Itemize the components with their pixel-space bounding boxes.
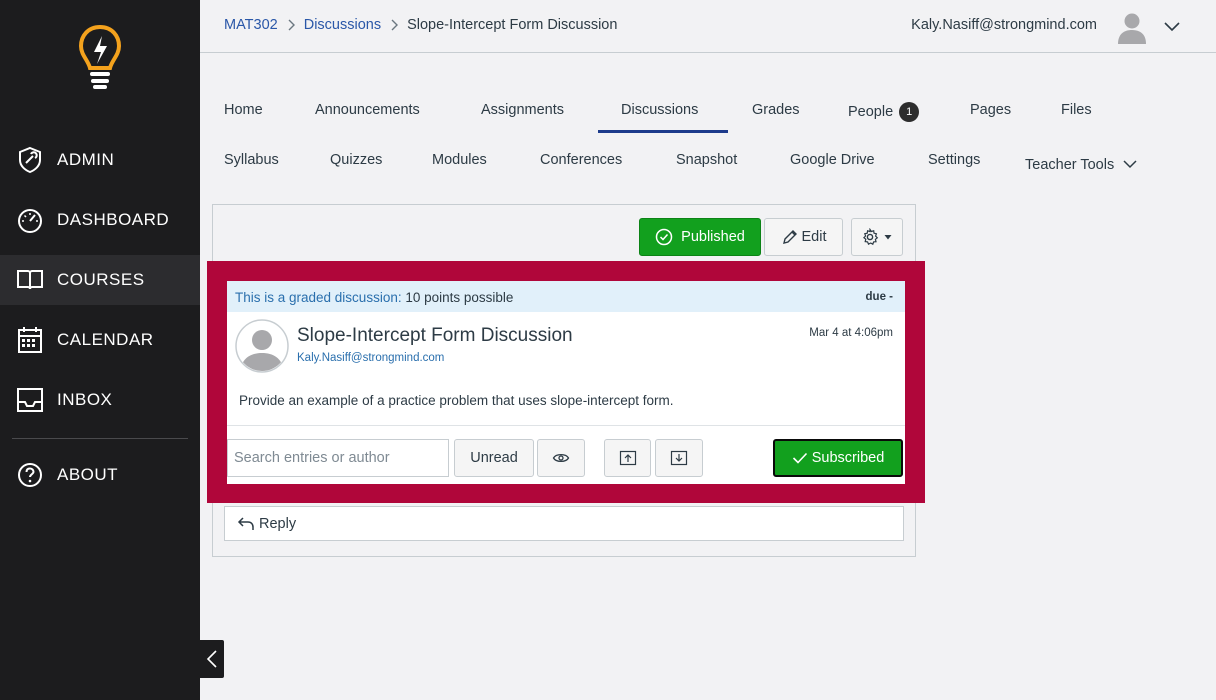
unread-label: Unread — [470, 450, 518, 466]
pencil-icon — [782, 230, 797, 244]
author-avatar-icon[interactable] — [235, 319, 289, 373]
tab-people[interactable]: People 1 — [848, 102, 920, 122]
sidebar-divider — [12, 438, 188, 439]
speedometer-icon — [16, 206, 44, 234]
user-email[interactable]: Kaly.Nasiff@strongmind.com — [911, 17, 1097, 33]
global-nav-sidebar: ADMIN DASHBOARD COURSES CALENDAR INBOX A… — [0, 0, 200, 700]
admin-shield-icon — [16, 146, 44, 174]
mark-all-read-button[interactable] — [537, 439, 585, 477]
tab-assignments[interactable]: Assignments — [481, 102, 564, 118]
expand-down-icon — [670, 450, 688, 466]
tab-grades[interactable]: Grades — [752, 102, 800, 118]
breadcrumb: MAT302 Discussions Slope-Intercept Form … — [224, 17, 617, 33]
reply-arrow-icon — [237, 516, 254, 530]
tab-announcements[interactable]: Announcements — [315, 102, 420, 118]
subscribed-label: Subscribed — [811, 450, 885, 466]
discussion-topic-card: This is a graded discussion: 10 points p… — [227, 281, 905, 484]
nav-item-admin[interactable]: ADMIN — [0, 135, 200, 185]
caret-down-icon — [884, 235, 892, 240]
nav-item-dashboard[interactable]: DASHBOARD — [0, 195, 200, 245]
search-entries-field[interactable] — [227, 439, 449, 477]
chevron-down-icon — [1122, 156, 1138, 176]
chevron-left-icon — [206, 650, 217, 668]
inbox-icon — [16, 386, 44, 414]
reply-button[interactable]: Reply — [224, 506, 904, 541]
tab-files[interactable]: Files — [1061, 102, 1092, 118]
gear-icon — [862, 228, 879, 246]
card-divider — [227, 425, 905, 426]
active-tab-indicator — [598, 130, 728, 133]
nav-item-about[interactable]: ABOUT — [0, 450, 200, 500]
breadcrumb-current: Slope-Intercept Form Discussion — [407, 17, 618, 33]
nav-item-label: INBOX — [57, 390, 113, 409]
graded-info-bar: This is a graded discussion: 10 points p… — [227, 281, 905, 312]
chevron-right-icon — [287, 19, 295, 31]
tab-home[interactable]: Home — [224, 102, 263, 118]
edit-button[interactable]: Edit — [764, 218, 843, 256]
graded-discussion-info: This is a graded discussion: 10 points p… — [235, 290, 513, 305]
search-input[interactable] — [234, 450, 442, 466]
tab-teacher-tools[interactable]: Teacher Tools — [1025, 156, 1138, 176]
tab-people-label: People — [848, 104, 894, 120]
people-count-badge: 1 — [899, 102, 920, 122]
nav-item-label: ADMIN — [57, 150, 115, 169]
lightbulb-logo-icon[interactable] — [78, 24, 122, 90]
user-avatar-icon[interactable] — [1115, 10, 1149, 44]
published-button[interactable]: Published — [639, 218, 761, 256]
settings-menu-button[interactable] — [851, 218, 903, 256]
expand-replies-button[interactable] — [655, 439, 703, 477]
nav-item-calendar[interactable]: CALENDAR — [0, 315, 200, 365]
points-possible: 10 points possible — [405, 290, 514, 305]
calendar-icon — [16, 326, 44, 354]
tab-google-drive[interactable]: Google Drive — [790, 152, 875, 168]
nav-item-courses[interactable]: COURSES — [0, 255, 200, 305]
chevron-down-icon[interactable] — [1163, 18, 1181, 36]
subscribed-button[interactable]: Subscribed — [773, 439, 903, 477]
tab-pages[interactable]: Pages — [970, 102, 1011, 118]
collapse-sidebar-button[interactable] — [200, 640, 224, 678]
tab-conferences[interactable]: Conferences — [540, 152, 622, 168]
tab-discussions[interactable]: Discussions — [621, 102, 698, 118]
nav-item-label: DASHBOARD — [57, 210, 170, 229]
nav-item-inbox[interactable]: INBOX — [0, 375, 200, 425]
chevron-right-icon — [390, 19, 399, 31]
published-label: Published — [681, 229, 745, 245]
nav-item-label: COURSES — [57, 270, 145, 289]
breadcrumb-discussions-link[interactable]: Discussions — [304, 17, 381, 33]
discussion-title: Slope-Intercept Form Discussion — [297, 325, 573, 346]
edit-label: Edit — [801, 229, 827, 245]
breadcrumb-course-link[interactable]: MAT302 — [224, 17, 278, 33]
discussion-body: Provide an example of a practice problem… — [239, 393, 674, 408]
tab-syllabus[interactable]: Syllabus — [224, 152, 279, 168]
question-icon — [16, 461, 44, 489]
tab-modules[interactable]: Modules — [432, 152, 487, 168]
tab-teacher-tools-label: Teacher Tools — [1025, 157, 1115, 173]
nav-item-label: ABOUT — [57, 465, 119, 484]
eye-icon — [552, 453, 570, 463]
unread-filter-button[interactable]: Unread — [454, 439, 534, 477]
book-icon — [16, 266, 44, 294]
reply-label: Reply — [259, 515, 297, 532]
tab-snapshot[interactable]: Snapshot — [676, 152, 737, 168]
collapse-replies-button[interactable] — [604, 439, 651, 477]
nav-item-label: CALENDAR — [57, 330, 154, 349]
top-header: MAT302 Discussions Slope-Intercept Form … — [200, 0, 1216, 53]
post-date: Mar 4 at 4:06pm — [809, 327, 893, 339]
collapse-up-icon — [619, 450, 636, 466]
due-date: due - — [865, 291, 893, 303]
checkmark-icon — [792, 452, 807, 464]
tab-settings[interactable]: Settings — [928, 152, 980, 168]
tab-quizzes[interactable]: Quizzes — [330, 152, 382, 168]
graded-discussion-text: This is a graded discussion: — [235, 290, 402, 305]
check-circle-icon — [655, 228, 673, 246]
author-link[interactable]: Kaly.Nasiff@strongmind.com — [297, 352, 444, 364]
